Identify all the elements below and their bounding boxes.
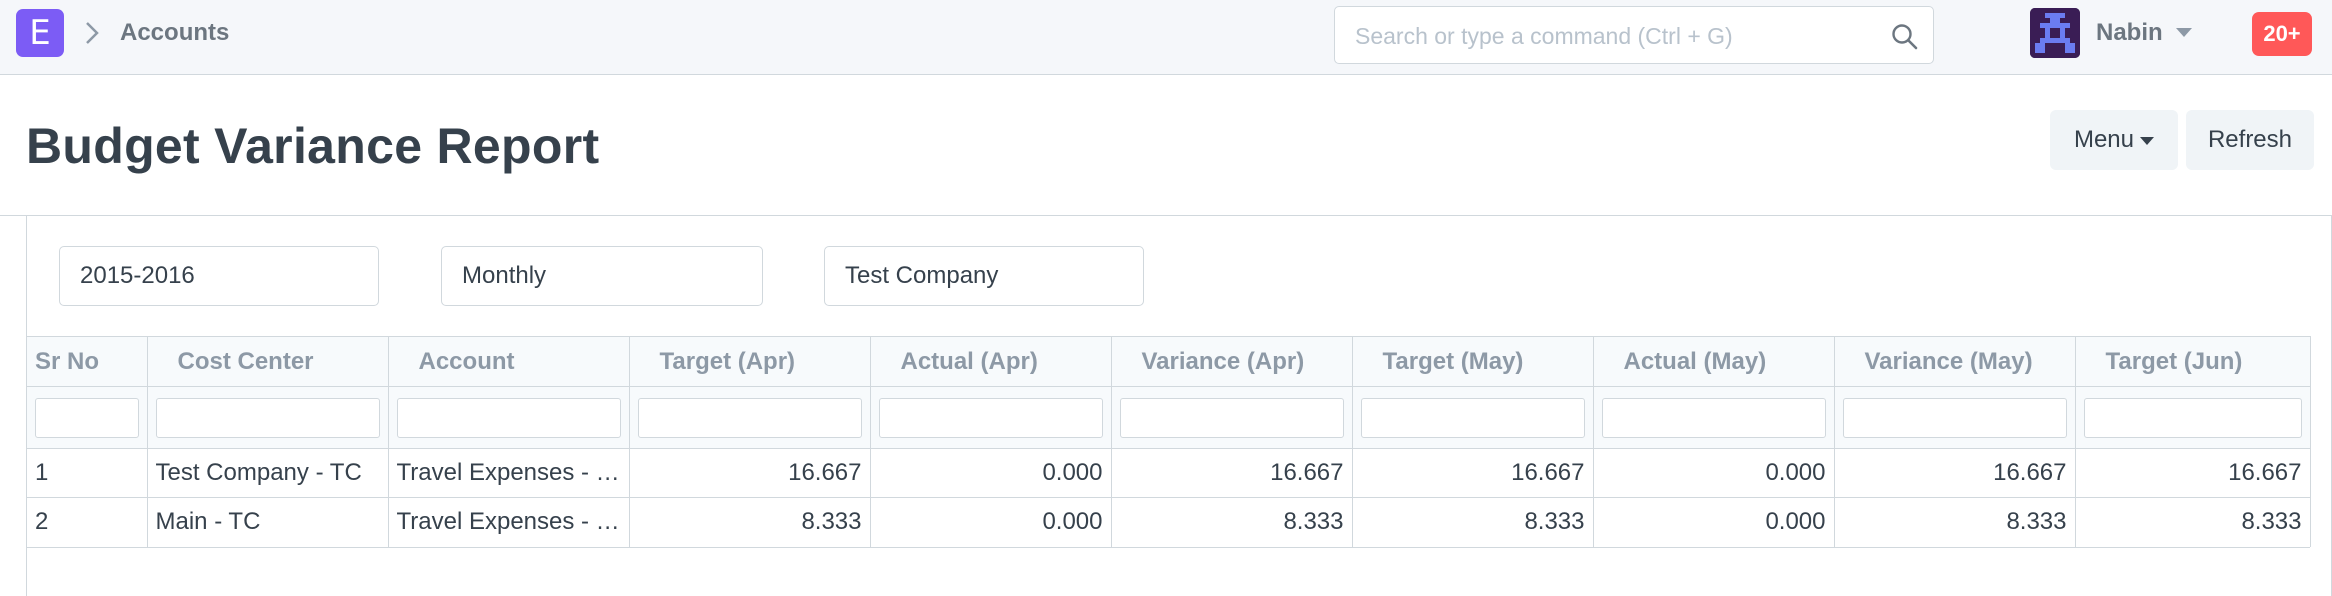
table-cell[interactable]: 1 [27, 448, 148, 498]
column-header[interactable]: Variance (Apr) [1111, 336, 1353, 387]
column-filter-cell [1834, 386, 2076, 449]
column-filter-input[interactable] [637, 397, 862, 438]
column-header[interactable]: Target (Jun) [2075, 336, 2311, 387]
table-row[interactable]: 2 Main - TC Travel Expenses - … 8.333 0.… [27, 497, 2311, 547]
table-cell[interactable]: 16.667 [1834, 448, 2076, 498]
table-cell[interactable]: 8.333 [1352, 497, 1594, 547]
report-grid: Sr No Cost Center Account Target (Apr) A… [27, 336, 2311, 548]
table-cell[interactable]: Test Company - TC [147, 448, 389, 498]
column-filter-input[interactable] [1842, 397, 2067, 438]
column-filter-input[interactable] [35, 397, 139, 438]
table-cell[interactable]: 2 [27, 497, 148, 547]
company-filter[interactable]: Test Company [824, 246, 1144, 306]
menu-button-label: Menu [2073, 126, 2135, 153]
column-header[interactable]: Actual (Apr) [870, 336, 1112, 387]
table-cell[interactable]: 16.667 [2075, 448, 2311, 498]
refresh-button[interactable]: Refresh [2186, 110, 2314, 170]
column-filter-row [27, 386, 2311, 449]
column-header[interactable]: Sr No [27, 336, 148, 387]
app-logo[interactable]: E [16, 9, 64, 57]
table-cell[interactable]: 8.333 [629, 497, 871, 547]
search-icon [1892, 24, 1918, 50]
avatar-image [2030, 8, 2080, 58]
fiscal-year-filter[interactable]: 2015-2016 [59, 246, 379, 306]
table-cell[interactable]: 16.667 [629, 448, 871, 498]
table-header-row: Sr No Cost Center Account Target (Apr) A… [27, 336, 2311, 387]
column-filter-input[interactable] [1119, 397, 1344, 438]
table-cell[interactable]: 16.667 [1111, 448, 1353, 498]
column-header[interactable]: Actual (May) [1593, 336, 1835, 387]
breadcrumb-accounts[interactable]: Accounts [120, 18, 229, 48]
page-head: Budget Variance Report Menu Refresh [0, 76, 2332, 216]
table-cell[interactable]: 16.667 [1352, 448, 1594, 498]
avatar[interactable] [2030, 8, 2080, 58]
chevron-right-icon [86, 22, 99, 44]
table-cell[interactable]: 0.000 [1593, 448, 1835, 498]
column-filter-input[interactable] [396, 397, 621, 438]
table-cell[interactable]: Travel Expenses - … [388, 448, 630, 498]
page-title: Budget Variance Report [26, 118, 600, 174]
column-filter-cell [147, 386, 389, 449]
column-filter-input[interactable] [1360, 397, 1585, 438]
caret-down-icon [2140, 136, 2155, 145]
column-filter-cell [27, 386, 148, 449]
search-placeholder: Search or type a command (Ctrl + G) [1355, 23, 1733, 49]
report-content: 2015-2016 Monthly Test Company Sr No Cos… [26, 216, 2332, 596]
column-filter-cell [388, 386, 630, 449]
table-row[interactable]: 1 Test Company - TC Travel Expenses - … … [27, 448, 2311, 498]
column-header[interactable]: Target (Apr) [629, 336, 871, 387]
notifications-badge[interactable]: 20+ [2252, 12, 2312, 56]
user-menu-name[interactable]: Nabin [2096, 18, 2163, 48]
column-filter-input[interactable] [155, 397, 380, 438]
column-filter-input[interactable] [1601, 397, 1826, 438]
column-filter-cell [1111, 386, 1353, 449]
column-header[interactable]: Cost Center [147, 336, 389, 387]
refresh-button-label: Refresh [2207, 126, 2293, 153]
search-input[interactable]: Search or type a command (Ctrl + G) [1334, 6, 1934, 64]
column-header[interactable]: Account [388, 336, 630, 387]
table-cell[interactable]: 0.000 [870, 497, 1112, 547]
column-filter-cell [1352, 386, 1594, 449]
column-header[interactable]: Target (May) [1352, 336, 1594, 387]
navbar: E Accounts Search or type a command (Ctr… [0, 0, 2332, 75]
table-cell[interactable]: 0.000 [1593, 497, 1835, 547]
column-filter-cell [870, 386, 1112, 449]
column-filter-cell [2075, 386, 2311, 449]
menu-button[interactable]: Menu [2050, 110, 2178, 170]
column-filter-cell [1593, 386, 1835, 449]
column-filter-input[interactable] [878, 397, 1103, 438]
column-filter-cell [629, 386, 871, 449]
caret-down-icon[interactable] [2176, 28, 2192, 38]
column-header[interactable]: Variance (May) [1834, 336, 2076, 387]
table-cell[interactable]: 0.000 [870, 448, 1112, 498]
table-cell[interactable]: 8.333 [1834, 497, 2076, 547]
period-filter[interactable]: Monthly [441, 246, 763, 306]
table-cell[interactable]: 8.333 [1111, 497, 1353, 547]
column-filter-input[interactable] [2083, 397, 2302, 438]
table-cell[interactable]: Travel Expenses - … [388, 497, 630, 547]
table-cell[interactable]: Main - TC [147, 497, 389, 547]
table-cell[interactable]: 8.333 [2075, 497, 2311, 547]
